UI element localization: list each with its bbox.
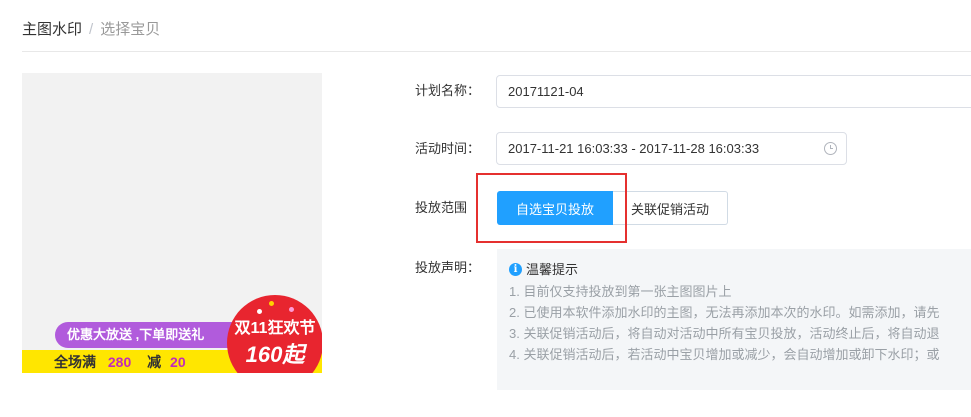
double-eleven-badge: 双11狂欢节 160起 bbox=[227, 295, 322, 373]
promo-banner: 优惠大放送 ,下单即送礼 bbox=[55, 322, 245, 348]
header-divider bbox=[22, 51, 971, 52]
breadcrumb-separator: / bbox=[89, 21, 94, 38]
full-amount: 280 bbox=[107, 354, 132, 370]
activity-time-value: 2017-11-21 16:03:33 - 2017-11-28 16:03:3… bbox=[508, 141, 760, 156]
minus-label: 减 bbox=[147, 354, 162, 370]
confetti-dot bbox=[257, 309, 262, 314]
notice-panel: i 温馨提示 1. 目前仅支持投放到第一张主图图片上 2. 已使用本软件添加水印… bbox=[497, 249, 971, 390]
info-icon: i bbox=[509, 263, 522, 276]
minus-amount: 20 bbox=[170, 354, 186, 370]
plan-name-input[interactable]: 20171121-04 bbox=[496, 75, 971, 108]
plan-name-value: 20171121-04 bbox=[508, 84, 584, 99]
confetti-dot bbox=[269, 301, 274, 306]
scope-label: 投放范围 bbox=[415, 200, 468, 215]
notice-header: i 温馨提示 bbox=[509, 261, 971, 278]
full-label: 全场满 bbox=[54, 354, 96, 370]
breadcrumb-root[interactable]: 主图水印 bbox=[22, 21, 82, 38]
statement-label: 投放声明： bbox=[415, 260, 481, 275]
notice-item: 4. 关联促销活动后，若活动中宝贝增加或减少，会自动增加或卸下水印；或 bbox=[509, 347, 940, 362]
breadcrumb-current: 选择宝贝 bbox=[100, 21, 161, 38]
clock-icon[interactable] bbox=[824, 142, 837, 155]
notice-item: 3. 关联促销活动后，将自动对活动中所有宝贝投放，活动终止后，将自动退 bbox=[509, 326, 940, 341]
badge-price: 160起 bbox=[245, 342, 305, 367]
plan-name-label: 计划名称： bbox=[415, 83, 481, 98]
activity-time-picker[interactable]: 2017-11-21 16:03:33 - 2017-11-28 16:03:3… bbox=[496, 132, 847, 165]
promo-discount-text: 全场满 280 减 20 bbox=[54, 353, 186, 371]
notice-list: 1. 目前仅支持投放到第一张主图图片上 2. 已使用本软件添加水印的主图，无法再… bbox=[509, 281, 971, 365]
notice-item: 2. 已使用本软件添加水印的主图，无法再添加本次的水印。如需添加，请先 bbox=[509, 305, 940, 320]
badge-title: 双11狂欢节 bbox=[234, 320, 316, 337]
annotation-highlight-box bbox=[476, 173, 627, 243]
scope-option-link-promotion[interactable]: 关联促销活动 bbox=[613, 191, 728, 225]
notice-item: 1. 目前仅支持投放到第一张主图图片上 bbox=[509, 284, 732, 299]
activity-time-label: 活动时间： bbox=[415, 141, 481, 156]
notice-title: 温馨提示 bbox=[526, 262, 579, 277]
watermark-preview-image: 优惠大放送 ,下单即送礼 全场满 280 减 20 双11狂欢节 160起 bbox=[22, 73, 322, 373]
breadcrumb: 主图水印 / 选择宝贝 bbox=[22, 20, 160, 40]
confetti-dot bbox=[289, 307, 294, 312]
